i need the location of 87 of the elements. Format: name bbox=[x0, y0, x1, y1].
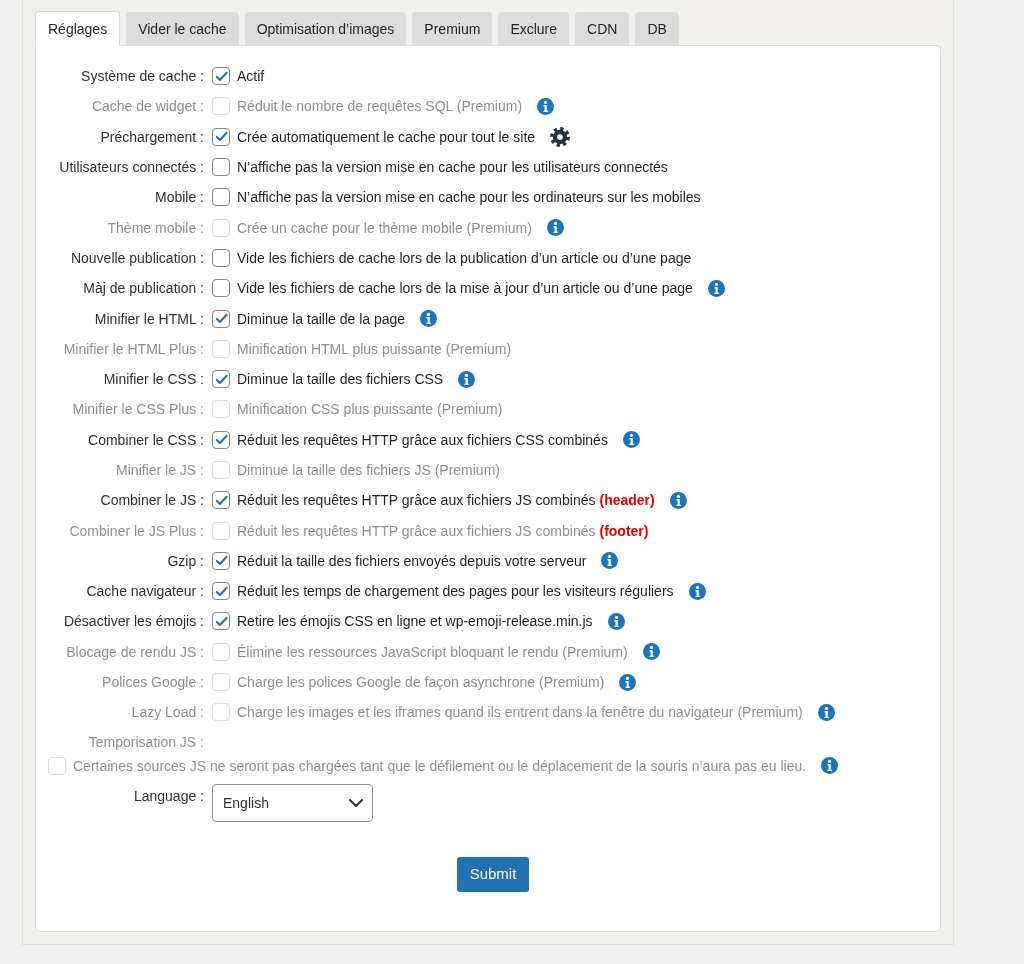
chevron-down-icon bbox=[349, 798, 363, 807]
setting-label: Mobile : bbox=[153, 188, 204, 208]
checkbox[interactable] bbox=[212, 582, 230, 601]
setting-label: Combiner le CSS : bbox=[87, 430, 204, 450]
info-icon bbox=[642, 643, 660, 661]
setting-description: N’affiche pas la version mise en cache pour les ordinateurs sur les mobiles bbox=[237, 188, 701, 208]
gear-icon[interactable] bbox=[550, 126, 571, 147]
setting-label: Minifier le CSS : bbox=[102, 370, 204, 390]
setting-description: Minification HTML plus puissante (Premium) bbox=[237, 339, 512, 359]
setting-label: Utilisateurs connectés : bbox=[58, 158, 204, 178]
setting-label: Minifier le CSS Plus : bbox=[71, 400, 204, 420]
info-icon bbox=[707, 279, 725, 297]
setting-description: Élimine les ressources JavaScript bloquant le rendu (Premium) bbox=[237, 642, 628, 662]
setting-label: Minifier le JS : bbox=[115, 461, 204, 480]
submit-button[interactable]: Submit bbox=[456, 856, 530, 892]
setting-description: Actif bbox=[237, 67, 265, 87]
tab[interactable]: Vider le cache bbox=[126, 12, 239, 45]
setting-label: Nouvelle publication : bbox=[69, 248, 204, 268]
setting-label: Temporisation JS : bbox=[87, 733, 204, 753]
setting-description: Diminue la taille des fichiers JS (Premium) bbox=[237, 461, 500, 480]
setting-description: Charge les polices Google de façon asynchrone (Premium) bbox=[237, 673, 605, 693]
setting-label: Cache navigateur : bbox=[85, 582, 204, 602]
checkbox[interactable] bbox=[212, 612, 230, 631]
info-icon bbox=[458, 370, 476, 388]
setting-description: Crée automatiquement le cache pour tout le site bbox=[237, 127, 536, 147]
tab[interactable]: Réglages bbox=[35, 11, 121, 46]
checkbox[interactable] bbox=[212, 551, 230, 570]
setting-description: Vide les fichiers de cache lors de la publication d’un article ou d’une page bbox=[237, 248, 692, 268]
setting-label: Combiner le JS : bbox=[99, 491, 204, 511]
setting-description: Réduit les temps de chargement des pages pour les visiteurs réguliers bbox=[237, 582, 674, 602]
checkbox[interactable] bbox=[212, 491, 230, 510]
setting-label: Système de cache : bbox=[80, 67, 204, 87]
setting-description: Réduit les requêtes HTTP grâce aux fichiers CSS combinés bbox=[237, 430, 608, 450]
setting-label: Combiner le JS Plus : bbox=[68, 521, 204, 541]
setting-description: Diminue la taille des fichiers CSS bbox=[237, 370, 444, 390]
checkbox[interactable] bbox=[212, 248, 230, 267]
checkbox[interactable] bbox=[212, 158, 230, 177]
scope-note: (header) bbox=[599, 491, 655, 511]
tab[interactable]: Optimisation d’images bbox=[244, 12, 407, 45]
setting-label: Màj de publication : bbox=[82, 279, 204, 299]
info-icon bbox=[607, 613, 625, 630]
setting-label: Lazy Load : bbox=[130, 703, 204, 723]
setting-description: Minification CSS plus puissante (Premium) bbox=[237, 400, 503, 420]
info-icon bbox=[622, 431, 640, 449]
setting-label: Préchargement : bbox=[99, 127, 204, 147]
setting-description: Charge les images et les iframes quand ils entrent dans la fenêtre du navigateur (Premium) bbox=[237, 703, 803, 723]
info-icon bbox=[420, 310, 438, 327]
setting-label: Gzip : bbox=[166, 551, 204, 571]
setting-description: Vide les fichiers de cache lors de la mise à jour d’un article ou d’une page bbox=[237, 279, 693, 299]
tab[interactable]: Premium bbox=[412, 12, 493, 45]
setting-description: Réduit les requêtes HTTP grâce aux fichiers JS combinés bbox=[237, 491, 596, 511]
setting-description: Réduit le nombre de requêtes SQL (Premium) bbox=[237, 97, 523, 117]
setting-description: Réduit les requêtes HTTP grâce aux fichiers JS combinés bbox=[237, 521, 596, 541]
info-icon bbox=[669, 491, 687, 509]
setting-label: Cache de widget : bbox=[90, 97, 204, 117]
info-icon bbox=[619, 673, 637, 691]
tab[interactable]: CDN bbox=[575, 12, 630, 45]
setting-description: Crée un cache pour le thème mobile (Premium) bbox=[237, 218, 532, 238]
setting-description: Certaines sources JS ne seront pas chargées tant que le défilement ou le déplacement de la souris n’aura pas eu lieu. bbox=[73, 756, 807, 776]
setting-label: Blocage de rendu JS : bbox=[65, 642, 204, 662]
setting-label: Minifier le HTML : bbox=[93, 309, 204, 329]
setting-description: Réduit la taille des fichiers envoyés depuis votre serveur bbox=[237, 551, 587, 571]
checkbox[interactable] bbox=[212, 370, 230, 389]
setting-description: Retire les émojis CSS en ligne et wp-emoji-release.min.js bbox=[237, 612, 593, 632]
setting-label: Désactiver les émojis : bbox=[62, 612, 204, 632]
setting-description: N’affiche pas la version mise en cache pour les utilisateurs connectés bbox=[237, 158, 668, 178]
tab[interactable]: DB bbox=[635, 12, 679, 45]
setting-description: Diminue la taille de la page bbox=[237, 309, 406, 329]
checkbox[interactable] bbox=[212, 430, 230, 449]
checkbox[interactable] bbox=[212, 279, 230, 298]
info-icon bbox=[688, 582, 706, 600]
info-icon bbox=[546, 219, 564, 237]
setting-label: Language : bbox=[132, 786, 204, 806]
scope-note: (footer) bbox=[599, 521, 649, 541]
setting-label: Minifier le HTML Plus : bbox=[62, 339, 204, 359]
checkbox[interactable] bbox=[212, 67, 230, 86]
info-icon bbox=[821, 757, 839, 775]
info-icon bbox=[537, 97, 555, 115]
language-select[interactable]: English bbox=[212, 783, 373, 822]
setting-label: Polices Google : bbox=[101, 673, 204, 693]
tab[interactable]: Exclure bbox=[498, 12, 570, 45]
setting-label: Thème mobile : bbox=[106, 218, 204, 238]
info-icon bbox=[817, 703, 835, 721]
checkbox[interactable] bbox=[212, 309, 230, 328]
checkbox[interactable] bbox=[212, 127, 230, 146]
info-icon bbox=[601, 552, 619, 570]
checkbox[interactable] bbox=[212, 188, 230, 207]
